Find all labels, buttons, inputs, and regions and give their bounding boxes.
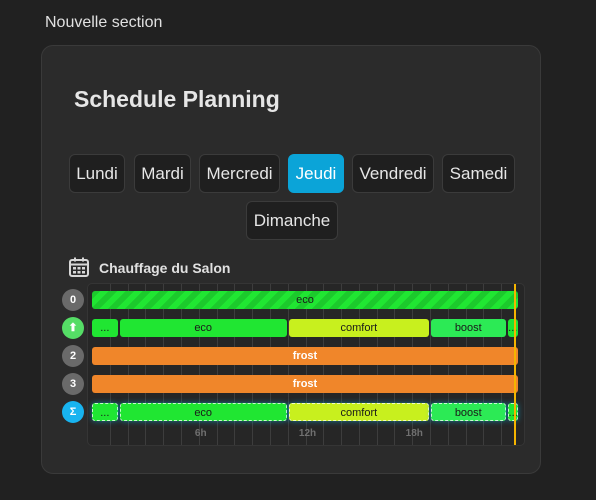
- schedule-segment-eco[interactable]: eco: [92, 291, 518, 309]
- card-title: Schedule Planning: [74, 86, 280, 112]
- schedule-timeline[interactable]: 6h12h18heco...ecocomfortboost...frostfro…: [87, 283, 525, 446]
- schedule-title: Chauffage du Salon: [99, 260, 231, 276]
- hour-label: 6h: [194, 428, 207, 439]
- day-button-samedi[interactable]: Samedi: [442, 154, 515, 193]
- schedule-card: Schedule Planning Lundi Mardi Mercredi Jeud…: [41, 45, 541, 474]
- hour-label: 18h: [405, 428, 423, 439]
- current-time-indicator: [513, 284, 516, 445]
- total-schedule-segment-eco[interactable]: eco: [119, 403, 287, 421]
- day-button-mercredi[interactable]: Mercredi: [199, 154, 280, 193]
- total-schedule-segment-boost[interactable]: boost: [431, 403, 506, 421]
- day-button-vendredi[interactable]: Vendredi: [352, 154, 434, 193]
- schedule-segment-eco[interactable]: eco: [119, 319, 287, 337]
- total-schedule-segment-comfort[interactable]: comfort: [288, 403, 430, 421]
- total-schedule-segment-eco[interactable]: ...: [92, 403, 118, 421]
- schedule-segment-frost[interactable]: frost: [92, 375, 518, 393]
- section-title: Nouvelle section: [45, 14, 163, 31]
- row-badge[interactable]: 0: [62, 289, 84, 311]
- total-row-badge[interactable]: Σ: [62, 401, 84, 423]
- schedule-segment-eco[interactable]: ...: [92, 319, 118, 337]
- row-badge[interactable]: 2: [62, 345, 84, 367]
- hour-label: 12h: [298, 428, 317, 439]
- calendar-icon: [69, 257, 89, 277]
- day-button-jeudi[interactable]: Jeudi: [288, 154, 344, 193]
- schedule-segment-comfort[interactable]: comfort: [288, 319, 430, 337]
- schedule-segment-frost[interactable]: frost: [92, 347, 518, 365]
- schedule-segment-boost[interactable]: boost: [431, 319, 506, 337]
- day-button-lundi[interactable]: Lundi: [69, 154, 125, 193]
- row-badge[interactable]: 3: [62, 373, 84, 395]
- day-button-dimanche[interactable]: Dimanche: [246, 201, 338, 240]
- day-button-mardi[interactable]: Mardi: [134, 154, 191, 193]
- row-badge[interactable]: ⬆: [62, 317, 84, 339]
